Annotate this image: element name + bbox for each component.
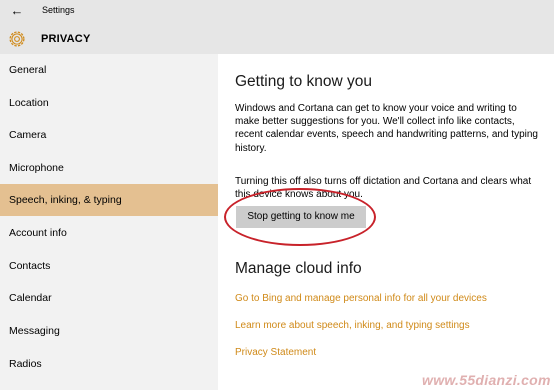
- sidebar-item-microphone[interactable]: Microphone: [0, 152, 218, 184]
- link-bing-manage-personal-info[interactable]: Go to Bing and manage personal info for …: [235, 293, 487, 304]
- section-heading-manage-cloud-info: Manage cloud info: [235, 260, 362, 277]
- gear-icon: [9, 31, 25, 47]
- sidebar-item-camera[interactable]: Camera: [0, 119, 218, 151]
- annotation-circle: [224, 188, 376, 246]
- watermark: www.55dianzi.com: [422, 372, 551, 388]
- sidebar-item-location[interactable]: Location: [0, 87, 218, 119]
- sidebar-item-radios[interactable]: Radios: [0, 348, 218, 380]
- sidebar-item-contacts[interactable]: Contacts: [0, 250, 218, 282]
- back-arrow-icon[interactable]: ←: [8, 3, 26, 19]
- main-content: Getting to know you Windows and Cortana …: [218, 54, 554, 390]
- sidebar-item-messaging[interactable]: Messaging: [0, 315, 218, 347]
- link-privacy-statement[interactable]: Privacy Statement: [235, 347, 316, 358]
- section-description: Windows and Cortana can get to know your…: [235, 103, 538, 154]
- section-heading-getting-to-know-you: Getting to know you: [235, 73, 372, 90]
- sidebar-item-calendar[interactable]: Calendar: [0, 282, 218, 314]
- sidebar-item-speech-inking-typing[interactable]: Speech, inking, & typing: [0, 184, 218, 216]
- sidebar-item-account-info[interactable]: Account info: [0, 217, 218, 249]
- window-title: Settings: [42, 5, 75, 15]
- page-header: PRIVACY: [0, 22, 554, 54]
- sidebar: General Location Camera Microphone Speec…: [0, 54, 218, 390]
- sidebar-item-general[interactable]: General: [0, 54, 218, 86]
- link-learn-more-speech-settings[interactable]: Learn more about speech, inking, and typ…: [235, 320, 470, 331]
- title-bar: ← Settings: [0, 0, 554, 22]
- page-title: PRIVACY: [41, 33, 91, 45]
